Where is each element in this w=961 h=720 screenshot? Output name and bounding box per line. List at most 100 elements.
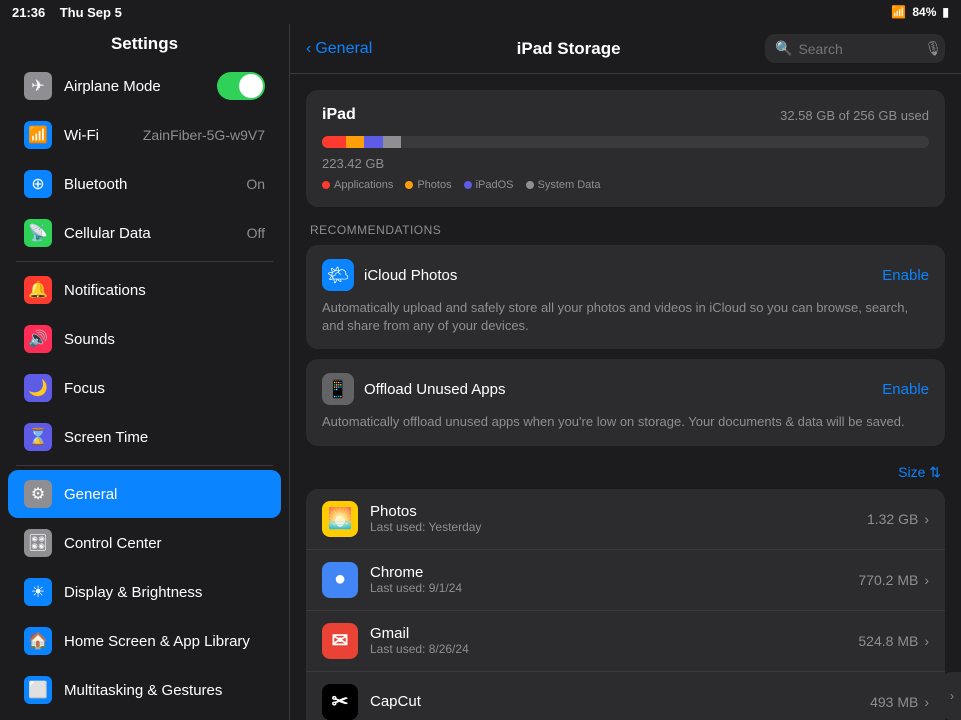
storage-card: iPad 32.58 GB of 256 GB used 223.42 GB A… [306,90,945,207]
sidebar-icon-wifi: 📶 [24,121,52,149]
sidebar-item-display[interactable]: ☀ Display & Brightness [8,568,281,616]
back-label[interactable]: General [315,40,372,58]
storage-bar-apps [322,136,346,148]
sidebar-label-notifications: Notifications [64,282,265,299]
sidebar-item-airplane[interactable]: ✈ Airplane Mode [8,62,281,110]
app-info-capcut: CapCut [370,693,870,710]
sidebar-icon-screentime: ⌛ [24,423,52,451]
rec-offload-icon: 📱 [322,373,354,405]
sidebar-item-sounds[interactable]: 🔊Sounds [8,315,281,363]
legend-dot-ipados [464,181,472,189]
rec-icloud-title-row: 🌤 iCloud Photos [322,259,457,291]
status-right: 📶 84% ▮ [891,5,949,19]
sidebar-label-control: Control Center [64,535,265,552]
legend-label-ipados: iPadOS [476,179,514,191]
app-chevron-photos: › [924,511,929,527]
back-chevron-icon: ‹ [306,40,311,58]
sidebar-value-bluetooth: On [246,176,265,192]
legend-dot-photos [405,181,413,189]
content-scroll[interactable]: iPad 32.58 GB of 256 GB used 223.42 GB A… [290,74,961,720]
app-item-chrome[interactable]: ●ChromeLast used: 9/1/24770.2 MB› [306,550,945,611]
nav-title: iPad Storage [372,39,765,59]
app-size-capcut: 493 MB [870,694,918,710]
back-button[interactable]: ‹ General [306,40,372,58]
status-time: 21:36 Thu Sep 5 [12,5,122,20]
app-info-gmail: GmailLast used: 8/26/24 [370,625,858,656]
mic-icon[interactable]: 🎙 [924,40,942,57]
rec-icloud-description: Automatically upload and safely store al… [322,299,929,335]
sidebar-separator [16,261,273,262]
expand-tab[interactable]: › [943,672,961,720]
sidebar-label-multitasking: Multitasking & Gestures [64,682,265,699]
storage-bar-free [401,136,929,148]
legend-dot-apps [322,181,330,189]
sidebar-item-multitasking[interactable]: ⬜ Multitasking & Gestures [8,666,281,714]
sidebar-item-control[interactable]: 🎛 Control Center [8,519,281,567]
rec-offload-title: Offload Unused Apps [364,381,506,398]
sidebar-icon-focus: 🌙 [24,374,52,402]
sidebar-item-focus[interactable]: 🌙Focus [8,364,281,412]
sidebar-item-screentime[interactable]: ⌛Screen Time [8,413,281,461]
sidebar-label-airplane: Airplane Mode [64,78,217,95]
sidebar-icon-display: ☀ [24,578,52,606]
sidebar-label-general: General [64,486,265,503]
legend-dot-system [526,181,534,189]
sidebar-label-cellular: Cellular Data [64,225,247,242]
sidebar-label-display: Display & Brightness [64,584,265,601]
sidebar-title: Settings [0,24,289,62]
app-icon-gmail: ✉ [322,623,358,659]
sidebar-item-bluetooth[interactable]: ⊕BluetoothOn [8,160,281,208]
rec-icloud-enable-button[interactable]: Enable [882,267,929,284]
legend-ipados: iPadOS [464,179,514,191]
rec-offload-enable-button[interactable]: Enable [882,381,929,398]
battery-icon: ▮ [942,5,949,19]
app-size-gmail: 524.8 MB [858,633,918,649]
sidebar-icon-airplane: ✈ [24,72,52,100]
sidebar-icon-homescreen: 🏠 [24,627,52,655]
app-chevron-gmail: › [924,633,929,649]
sidebar-label-wifi: Wi-Fi [64,127,143,144]
sort-row[interactable]: Size ⇅ [306,456,945,489]
search-input[interactable] [798,41,918,57]
nav-bar: ‹ General iPad Storage 🔍 🎙 [290,24,961,74]
storage-total: 223.42 GB [322,156,929,171]
main-layout: Settings ✈Airplane Mode📶Wi-FiZainFiber-5… [0,24,961,720]
sidebar-item-wifi[interactable]: 📶Wi-FiZainFiber-5G-w9V7 [8,111,281,159]
sidebar-item-cellular[interactable]: 📡Cellular DataOff [8,209,281,257]
storage-legend: Applications Photos iPadOS System Data [322,179,929,191]
rec-offload-description: Automatically offload unused apps when y… [322,413,929,431]
storage-used-text: 32.58 GB of 256 GB used [780,108,929,123]
sidebar-item-accessibility[interactable]: ♿Accessibility [8,715,281,720]
rec-icloud-header: 🌤 iCloud Photos Enable [322,259,929,291]
app-name-capcut: CapCut [370,693,870,710]
app-icon-chrome: ● [322,562,358,598]
rec-icloud-icon: 🌤 [322,259,354,291]
sidebar-item-homescreen[interactable]: 🏠Home Screen & App Library [8,617,281,665]
legend-label-system: System Data [538,179,601,191]
storage-bar [322,136,929,148]
sidebar-icon-multitasking: ⬜ [24,676,52,704]
app-item-gmail[interactable]: ✉ GmailLast used: 8/26/24524.8 MB › [306,611,945,672]
search-bar[interactable]: 🔍 🎙 [765,34,945,63]
app-list: 🌅PhotosLast used: Yesterday1.32 GB›●Chro… [306,489,945,720]
sidebar-item-general[interactable]: ⚙General [8,470,281,518]
legend-photos: Photos [405,179,451,191]
app-name-photos: Photos [370,503,867,520]
status-bar: 21:36 Thu Sep 5 📶 84% ▮ [0,0,961,24]
sidebar-item-notifications[interactable]: 🔔 Notifications [8,266,281,314]
sidebar: Settings ✈Airplane Mode📶Wi-FiZainFiber-5… [0,24,290,720]
app-item-capcut[interactable]: ✂CapCut493 MB› [306,672,945,720]
storage-bar-system [383,136,401,148]
sidebar-icon-control: 🎛 [24,529,52,557]
sidebar-toggle-airplane[interactable] [217,72,265,100]
recommendation-offload: 📱 Offload Unused Apps Enable Automatical… [306,359,945,445]
app-size-photos: 1.32 GB [867,511,918,527]
app-info-chrome: ChromeLast used: 9/1/24 [370,564,858,595]
app-item-photos[interactable]: 🌅PhotosLast used: Yesterday1.32 GB› [306,489,945,550]
legend-label-photos: Photos [417,179,451,191]
rec-offload-header: 📱 Offload Unused Apps Enable [322,373,929,405]
sidebar-icon-bluetooth: ⊕ [24,170,52,198]
storage-device-name: iPad [322,106,356,124]
storage-bar-ipados [364,136,382,148]
sidebar-icon-notifications: 🔔 [24,276,52,304]
